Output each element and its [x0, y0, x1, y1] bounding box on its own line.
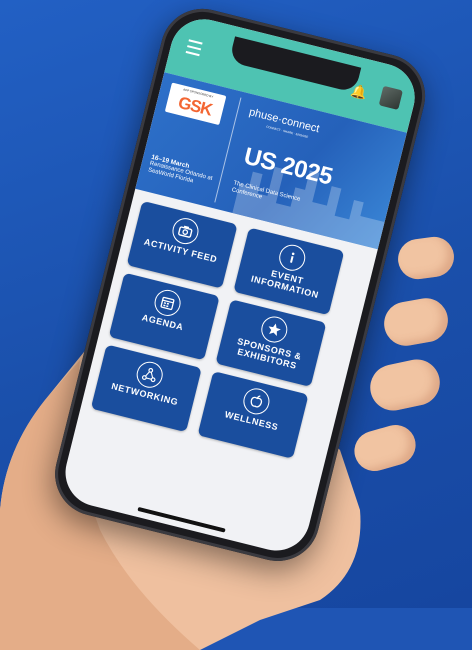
avatar[interactable]: [378, 85, 403, 110]
camera-icon: [169, 215, 202, 247]
apple-icon: [240, 385, 273, 418]
menu-icon[interactable]: [185, 39, 203, 57]
sponsor-badge: APP SPONSORED BY GSK: [164, 82, 227, 126]
calendar-icon: [151, 287, 184, 319]
event-date-venue: 16–19 March Renaissance Orlando at SeaWo…: [147, 154, 222, 192]
tile-event-information[interactable]: EVENT INFORMATION: [233, 227, 345, 316]
network-icon: [133, 358, 166, 391]
tile-networking[interactable]: NETWORKING: [90, 344, 202, 433]
info-icon: [276, 241, 308, 274]
tile-activity-feed[interactable]: ACTIVITY FEED: [126, 200, 238, 289]
tile-agenda[interactable]: AGENDA: [108, 272, 220, 361]
tile-sponsors-exhibitors[interactable]: SPONSORS & EXHIBITORS: [215, 299, 327, 387]
tile-wellness[interactable]: WELLNESS: [197, 371, 309, 459]
star-icon: [258, 313, 291, 346]
